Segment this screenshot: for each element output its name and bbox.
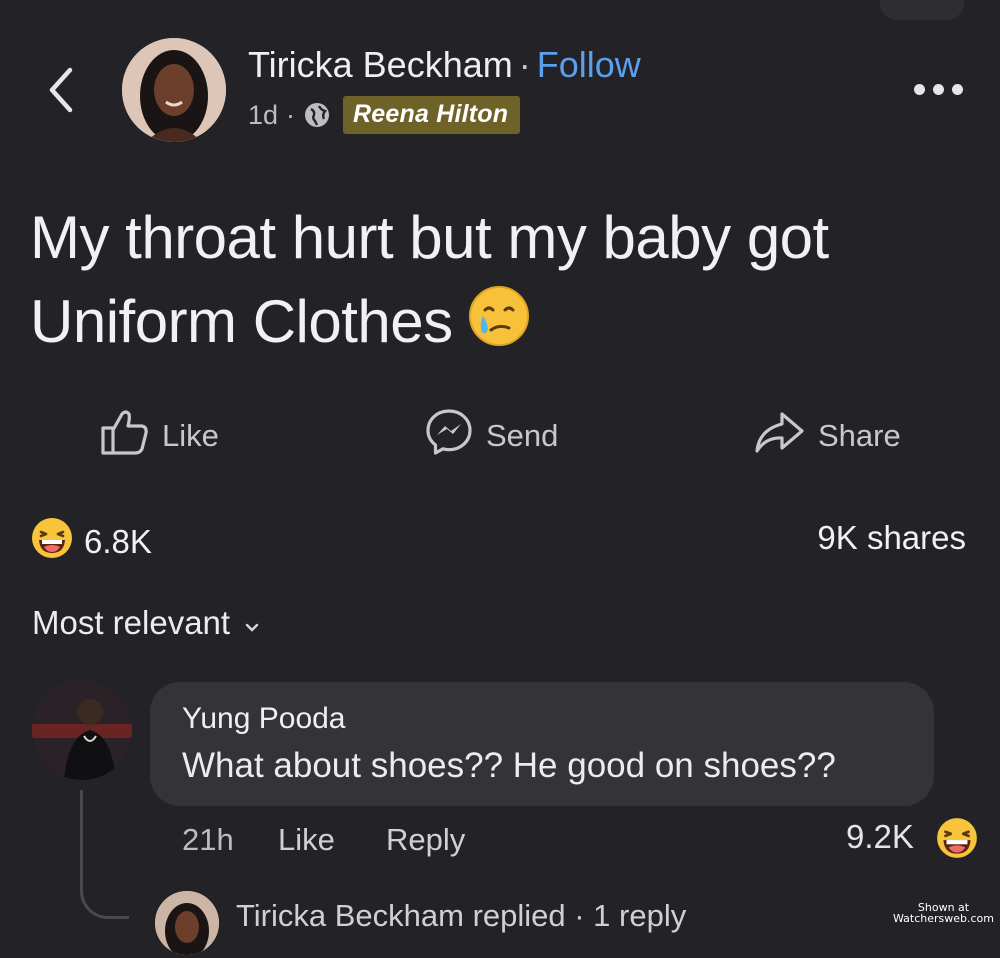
view-replies-link[interactable]: Tiricka Beckham replied · 1 reply xyxy=(236,898,686,934)
share-label: Share xyxy=(818,418,901,453)
author-line: Tiricka Beckham · Follow xyxy=(248,44,641,86)
post-body: My throat hurt but my baby got Uniform C… xyxy=(30,204,829,355)
globe-icon xyxy=(303,101,331,129)
post-meta: 1d · Reena Hilton xyxy=(248,96,521,134)
share-button[interactable]: Share xyxy=(752,412,901,460)
reaction-summary[interactable]: 6.8K xyxy=(30,516,152,568)
author-separator: · xyxy=(518,44,531,85)
comment-sort-label: Most relevant xyxy=(32,604,231,641)
back-icon[interactable] xyxy=(42,62,82,118)
comment-like-button[interactable]: Like xyxy=(278,822,335,858)
face-holding-back-tears-icon xyxy=(467,284,531,370)
comment-bubble xyxy=(150,682,934,806)
comment-reply-button[interactable]: Reply xyxy=(386,822,465,858)
send-label: Send xyxy=(486,418,559,453)
meta-separator: · xyxy=(286,99,296,130)
reply-thread-line xyxy=(80,790,129,919)
like-button[interactable]: Like xyxy=(98,410,219,460)
share-arrow-icon xyxy=(752,408,806,464)
chevron-down-icon xyxy=(244,604,260,642)
reply-author-avatar[interactable] xyxy=(152,888,222,958)
share-count[interactable]: 9K shares xyxy=(817,519,966,557)
more-options-icon[interactable] xyxy=(914,74,966,104)
like-label: Like xyxy=(162,418,219,453)
messenger-icon xyxy=(424,407,474,465)
comment-reaction-count[interactable]: 9.2K xyxy=(846,818,914,856)
post-time[interactable]: 1d xyxy=(248,100,278,131)
author-avatar[interactable] xyxy=(122,38,226,142)
commenter-avatar[interactable] xyxy=(32,680,132,780)
comment-sort-dropdown[interactable]: Most relevant xyxy=(32,604,260,642)
post-text: My throat hurt but my baby got Uniform C… xyxy=(30,196,950,370)
laughing-face-icon xyxy=(30,516,74,568)
shared-by-badge: Reena Hilton xyxy=(343,96,521,134)
follow-button[interactable]: Follow xyxy=(537,44,641,85)
comment-time[interactable]: 21h xyxy=(182,822,234,858)
laughing-face-icon xyxy=(934,815,980,866)
watermark: Shown at Watchersweb.com xyxy=(893,902,994,924)
reaction-count: 6.8K xyxy=(84,523,152,560)
comment-text: What about shoes?? He good on shoes?? xyxy=(182,746,836,785)
author-name[interactable]: Tiricka Beckham xyxy=(248,44,513,85)
commenter-name[interactable]: Yung Pooda xyxy=(182,702,346,736)
watermark-line-2: Watchersweb.com xyxy=(892,912,994,925)
top-overlay-fragment xyxy=(880,0,964,20)
thumbs-up-icon xyxy=(98,408,150,464)
send-button[interactable]: Send xyxy=(424,409,559,460)
